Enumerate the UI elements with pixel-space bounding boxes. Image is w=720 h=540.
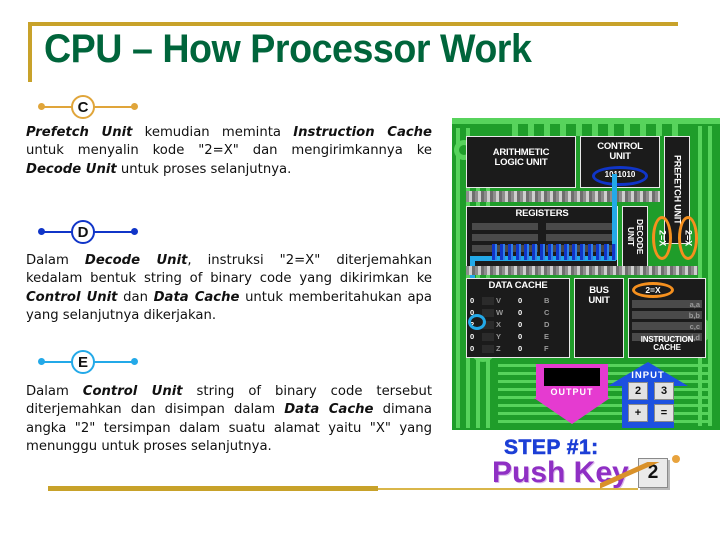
bottom-rule [48, 486, 378, 491]
input-key-+[interactable]: + [628, 404, 648, 422]
data-cache-row-bar [482, 297, 494, 305]
badge-dot-right [131, 228, 138, 235]
emphasised-term: Control Unit [26, 289, 118, 305]
data-cache-row-bar [482, 333, 494, 341]
instruction-tag-label: 2=X [645, 285, 661, 295]
bus-signal-lines [492, 244, 616, 260]
body-text: Dalam [26, 253, 85, 268]
paragraph-d: Dalam Decode Unit, instruksi "2=X" diter… [26, 252, 432, 326]
decode-unit-label: DECODE UNIT [626, 219, 645, 255]
registers-label: REGISTERS [515, 208, 569, 219]
input-label: INPUT [631, 370, 665, 381]
output-arrow-tip [534, 398, 610, 424]
emphasised-term: Decode Unit [26, 161, 117, 177]
data-cache-cell: X [496, 320, 502, 329]
data-cache-cell: D [544, 320, 550, 329]
body-text: untuk menyalin kode "2=X" dan mengirimka… [26, 143, 432, 159]
data-cache-cell: W [496, 308, 504, 317]
data-cache-cell: E [544, 332, 550, 341]
data-cache-cell: V [496, 296, 502, 305]
data-cache-cell: B [544, 296, 550, 305]
output-screen [544, 368, 600, 386]
title-top-rule [28, 22, 678, 26]
emphasised-term: Instruction Cache [293, 125, 432, 140]
data-cache-cell: 0 [470, 296, 475, 305]
emphasised-term: Prefetch Unit [26, 125, 133, 140]
body-text: untuk proses selanjutnya. [116, 161, 292, 177]
output-label: OUTPUT [550, 387, 594, 397]
data-cache-cell: C [544, 308, 550, 317]
bottom-rule-thin [378, 488, 638, 490]
instruction-cache-row-label: b,b [688, 311, 700, 320]
badge-dot-left [38, 103, 45, 110]
slide-root: CPU – How Processor Work C Prefetch Unit… [0, 0, 720, 540]
instruction-cache-row-label: c,c [689, 322, 700, 331]
data-cache-cell: 0 [518, 308, 523, 317]
data-cache-cell: 0 [470, 332, 475, 341]
data-cache-cell: 0 [470, 344, 475, 353]
lower-bus [466, 266, 698, 275]
bottom-accent-dot [672, 455, 680, 463]
emphasised-term: Data Cache [153, 289, 240, 305]
title-left-rule [28, 22, 32, 82]
bus-unit-label: BUS UNIT [588, 285, 610, 306]
decode-tag-1-label: 2=X [657, 229, 668, 247]
instruction-cache-row-label: a,a [689, 300, 700, 309]
badge-dot-left [38, 228, 45, 235]
internal-bus [466, 191, 660, 202]
data-cache-cell: Z [496, 344, 501, 353]
body-text: dan [117, 289, 154, 305]
data-cache-cell: 0 [518, 320, 523, 329]
bullet-badge-d: D [30, 219, 150, 245]
badge-letter-c: C [77, 98, 89, 116]
badge-dot-right [131, 358, 138, 365]
data-cache-cell: 0 [518, 332, 523, 341]
emphasised-term: Data Cache [284, 402, 374, 418]
badge-dot-left [38, 358, 45, 365]
data-cache-cell: 0 [518, 344, 523, 353]
badge-letter-d: D [77, 223, 89, 241]
alu-label: ARITHMETIC LOGIC UNIT [492, 147, 550, 168]
emphasised-term: Decode Unit [84, 253, 188, 268]
paragraph-e: Dalam Control Unit string of binary code… [26, 383, 432, 457]
input-key-=[interactable]: = [654, 404, 674, 422]
bottom-diagonal-rule [600, 462, 692, 492]
data-cache-label: DATA CACHE [488, 280, 548, 291]
data-cache-row-bar [482, 345, 494, 353]
control-unit-label: CONTROL UNIT [597, 141, 643, 162]
emphasised-term: Control Unit [82, 384, 183, 399]
data-cache-cell: 0 [518, 296, 523, 305]
body-text: kemudian meminta [132, 125, 294, 140]
badge-dot-right [131, 103, 138, 110]
input-key-3[interactable]: 3 [654, 382, 674, 400]
input-key-2[interactable]: 2 [628, 382, 648, 400]
page-title: CPU – How Processor Work [44, 27, 532, 71]
cpu-diagram-image: ARITHMETIC LOGIC UNIT CONTROL UNIT 1011010… [452, 118, 720, 430]
data-cache-value-highlight [468, 314, 486, 330]
badge-letter-e: E [77, 353, 88, 371]
data-cache-cell: Y [496, 332, 502, 341]
bullet-badge-c: C [30, 94, 150, 120]
body-text: Dalam [26, 384, 83, 399]
bullet-badge-e: E [30, 349, 150, 375]
decode-tag-2-label: 2=X [683, 229, 694, 247]
binary-code-label: 1011010 [604, 170, 636, 179]
data-cache-cell: F [544, 344, 549, 353]
instruction-cache-label: INSTRUCTION CACHE [640, 335, 694, 353]
paragraph-c: Prefetch Unit kemudian meminta Instructi… [26, 124, 432, 179]
